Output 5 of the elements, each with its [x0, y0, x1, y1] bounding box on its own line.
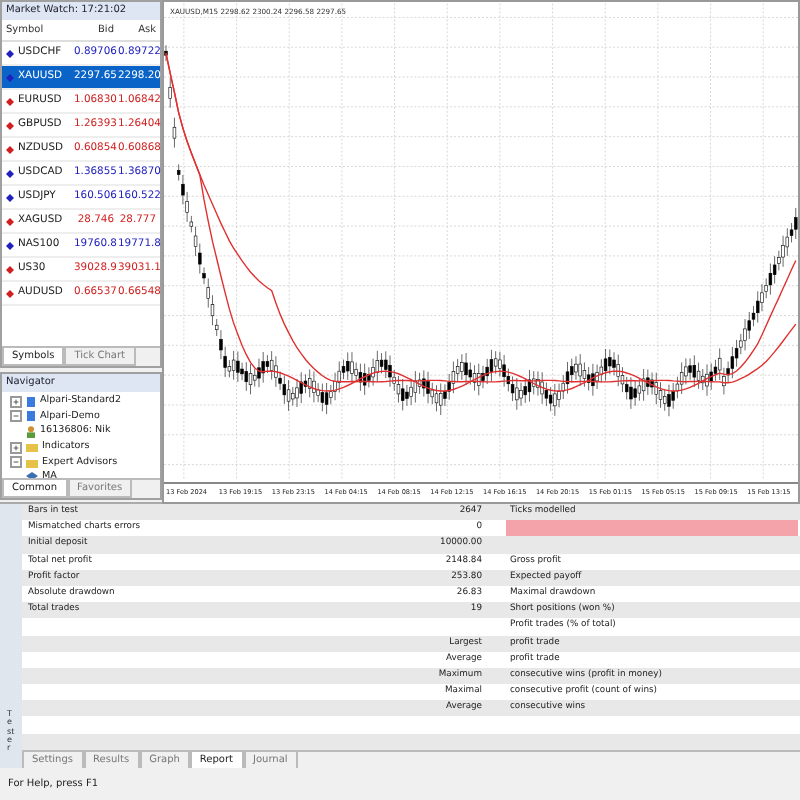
expand-icon[interactable] [10, 395, 22, 408]
collapse-icon[interactable] [10, 456, 22, 469]
person-icon [26, 425, 36, 438]
expand-icon[interactable] [10, 441, 22, 454]
collapse-icon[interactable] [10, 410, 22, 423]
